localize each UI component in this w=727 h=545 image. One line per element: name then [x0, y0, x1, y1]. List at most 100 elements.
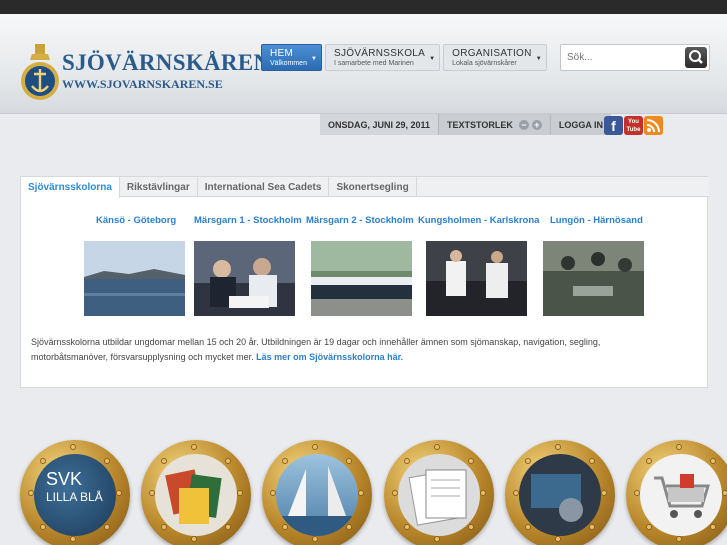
porthole-bolt	[28, 490, 34, 496]
browser-top-bar	[0, 0, 727, 14]
porthole-bolt	[555, 536, 561, 542]
nav-label: HEM	[270, 48, 294, 59]
porthole-bolt	[434, 536, 440, 542]
facebook-icon[interactable]: f	[604, 116, 623, 135]
porthole-bolt	[404, 458, 410, 464]
porthole-bolt	[589, 524, 595, 530]
tab-skonertsegling[interactable]: Skonertsegling	[329, 177, 417, 197]
porthole-bolt	[70, 536, 76, 542]
porthole-bolt	[480, 490, 486, 496]
porthole-bolt	[646, 458, 652, 464]
porthole-bolt	[710, 524, 716, 530]
school-link-marsgarn-2[interactable]: Märsgarn 2 - Stockholm	[306, 215, 414, 226]
porthole-bolt	[404, 524, 410, 530]
site-title[interactable]: SJÖVÄRNSKÅREN	[62, 50, 270, 76]
porthole-bolt	[70, 444, 76, 450]
porthole-navigation[interactable]	[505, 440, 615, 545]
nav-label: SJÖVÄRNSSKOLA	[333, 48, 426, 59]
nav-label: ORGANISATION	[452, 48, 532, 59]
search-button[interactable]	[685, 47, 707, 68]
porthole-bolt	[358, 490, 364, 496]
youtube-icon[interactable]: You Tube	[624, 116, 643, 135]
porthole-bolt	[710, 458, 716, 464]
porthole-bolt	[282, 524, 288, 530]
porthole-bolt	[676, 444, 682, 450]
search-input[interactable]	[561, 45, 676, 70]
porthole-bolt	[104, 458, 110, 464]
rss-icon[interactable]	[644, 116, 663, 135]
school-photo-kanso[interactable]	[84, 241, 185, 316]
current-date: ONSDAG, JUNI 29, 2011	[320, 114, 440, 135]
porthole-label: SVK	[46, 469, 83, 489]
porthole-bolt	[634, 490, 640, 496]
nav-item-sjovarnsskola[interactable]: SJÖVÄRNSSKOLA I samarbete med Marinen ▼	[324, 44, 441, 71]
porthole-bolt	[40, 458, 46, 464]
school-photo-marsgarn-1[interactable]	[194, 241, 295, 316]
porthole-sublabel: LILLA BLÅ	[46, 490, 103, 504]
porthole-bolt	[282, 458, 288, 464]
school-photo-lungon[interactable]	[543, 241, 644, 316]
porthole-bolt	[676, 536, 682, 542]
porthole-bolt	[555, 444, 561, 450]
porthole-bolt	[225, 524, 231, 530]
tab-bar: Sjövärnsskolorna Rikstävlingar Internati…	[21, 177, 709, 198]
tab-sjovarnsskolorna[interactable]: Sjövärnsskolorna	[21, 177, 120, 198]
porthole-bolt	[191, 536, 197, 542]
nav-item-organisation[interactable]: ORGANISATION Lokala sjövärnskårer ▼	[443, 44, 547, 71]
porthole-bolt	[116, 490, 122, 496]
nav-sublabel: I samarbete med Marinen	[333, 60, 414, 67]
porthole-bolt	[468, 458, 474, 464]
chevron-down-icon: ▼	[429, 56, 436, 62]
school-photo-kungsholmen[interactable]	[426, 241, 527, 316]
school-link-lungon[interactable]: Lungön - Härnösand	[550, 215, 643, 226]
porthole-bolt	[312, 444, 318, 450]
decrease-text-button[interactable]: −	[518, 119, 529, 130]
read-more-link[interactable]: Läs mer om Sjövärnsskolorna här.	[256, 352, 403, 362]
porthole-bolt	[392, 490, 398, 496]
tab-rikstavlingar[interactable]: Rikstävlingar	[120, 177, 198, 197]
porthole-bolt	[312, 536, 318, 542]
porthole-bolt	[434, 444, 440, 450]
nav-sublabel: Lokala sjövärnskårer	[452, 60, 517, 67]
porthole-bolt	[225, 458, 231, 464]
schools-description: Sjövärnsskolorna utbildar ungdomar mella…	[31, 335, 671, 365]
school-link-kungsholmen[interactable]: Kungsholmen - Karlskrona	[418, 215, 539, 226]
porthole-svk-lilla-bla[interactable]: SVK LILLA BLÅ	[20, 440, 130, 545]
text-size-control: TEXTSTORLEK − +	[439, 114, 551, 135]
site-url[interactable]: WWW.SJOVARNSKAREN.SE	[62, 77, 223, 92]
school-link-kanso[interactable]: Känsö - Göteborg	[96, 215, 176, 226]
text-size-label: TEXTSTORLEK	[447, 119, 513, 130]
nav-sublabel: Välkommen	[270, 60, 307, 67]
chevron-down-icon: ▼	[535, 56, 542, 62]
porthole-bolt	[40, 524, 46, 530]
porthole-bolt	[525, 458, 531, 464]
site-header: SJÖVÄRNSKÅREN WWW.SJOVARNSKAREN.SE HEM V…	[0, 14, 727, 114]
porthole-bolt	[525, 524, 531, 530]
utility-bar: ONSDAG, JUNI 29, 2011 TEXTSTORLEK − + LO…	[320, 114, 612, 135]
porthole-bolt	[161, 524, 167, 530]
porthole-bolt	[513, 490, 519, 496]
shopping-cart-icon	[654, 474, 711, 518]
porthole-bolt	[191, 444, 197, 450]
porthole-bolt	[149, 490, 155, 496]
porthole-bolt	[468, 524, 474, 530]
school-photo-marsgarn-2[interactable]	[311, 241, 412, 316]
school-link-marsgarn-1[interactable]: Märsgarn 1 - Stockholm	[194, 215, 302, 226]
porthole-links: SVK LILLA BLÅ	[0, 440, 727, 545]
porthole-bolt	[589, 458, 595, 464]
login-link[interactable]: LOGGA IN	[551, 114, 611, 135]
porthole-bolt	[237, 490, 243, 496]
porthole-sailing[interactable]	[262, 440, 372, 545]
rss-glyph	[646, 119, 660, 133]
crest-logo-icon[interactable]	[20, 44, 60, 102]
porthole-magazines[interactable]	[141, 440, 251, 545]
increase-text-button[interactable]: +	[531, 119, 542, 130]
search-icon	[689, 50, 703, 64]
tab-international-sea-cadets[interactable]: International Sea Cadets	[198, 177, 330, 197]
schools-panel: Sjövärnsskolorna Rikstävlingar Internati…	[20, 176, 709, 388]
porthole-bolt	[646, 524, 652, 530]
porthole-shop[interactable]	[626, 440, 727, 545]
porthole-documents[interactable]	[384, 440, 494, 545]
chevron-down-icon: ▼	[311, 56, 317, 62]
nav-item-hem[interactable]: HEM Välkommen ▼	[261, 44, 322, 71]
